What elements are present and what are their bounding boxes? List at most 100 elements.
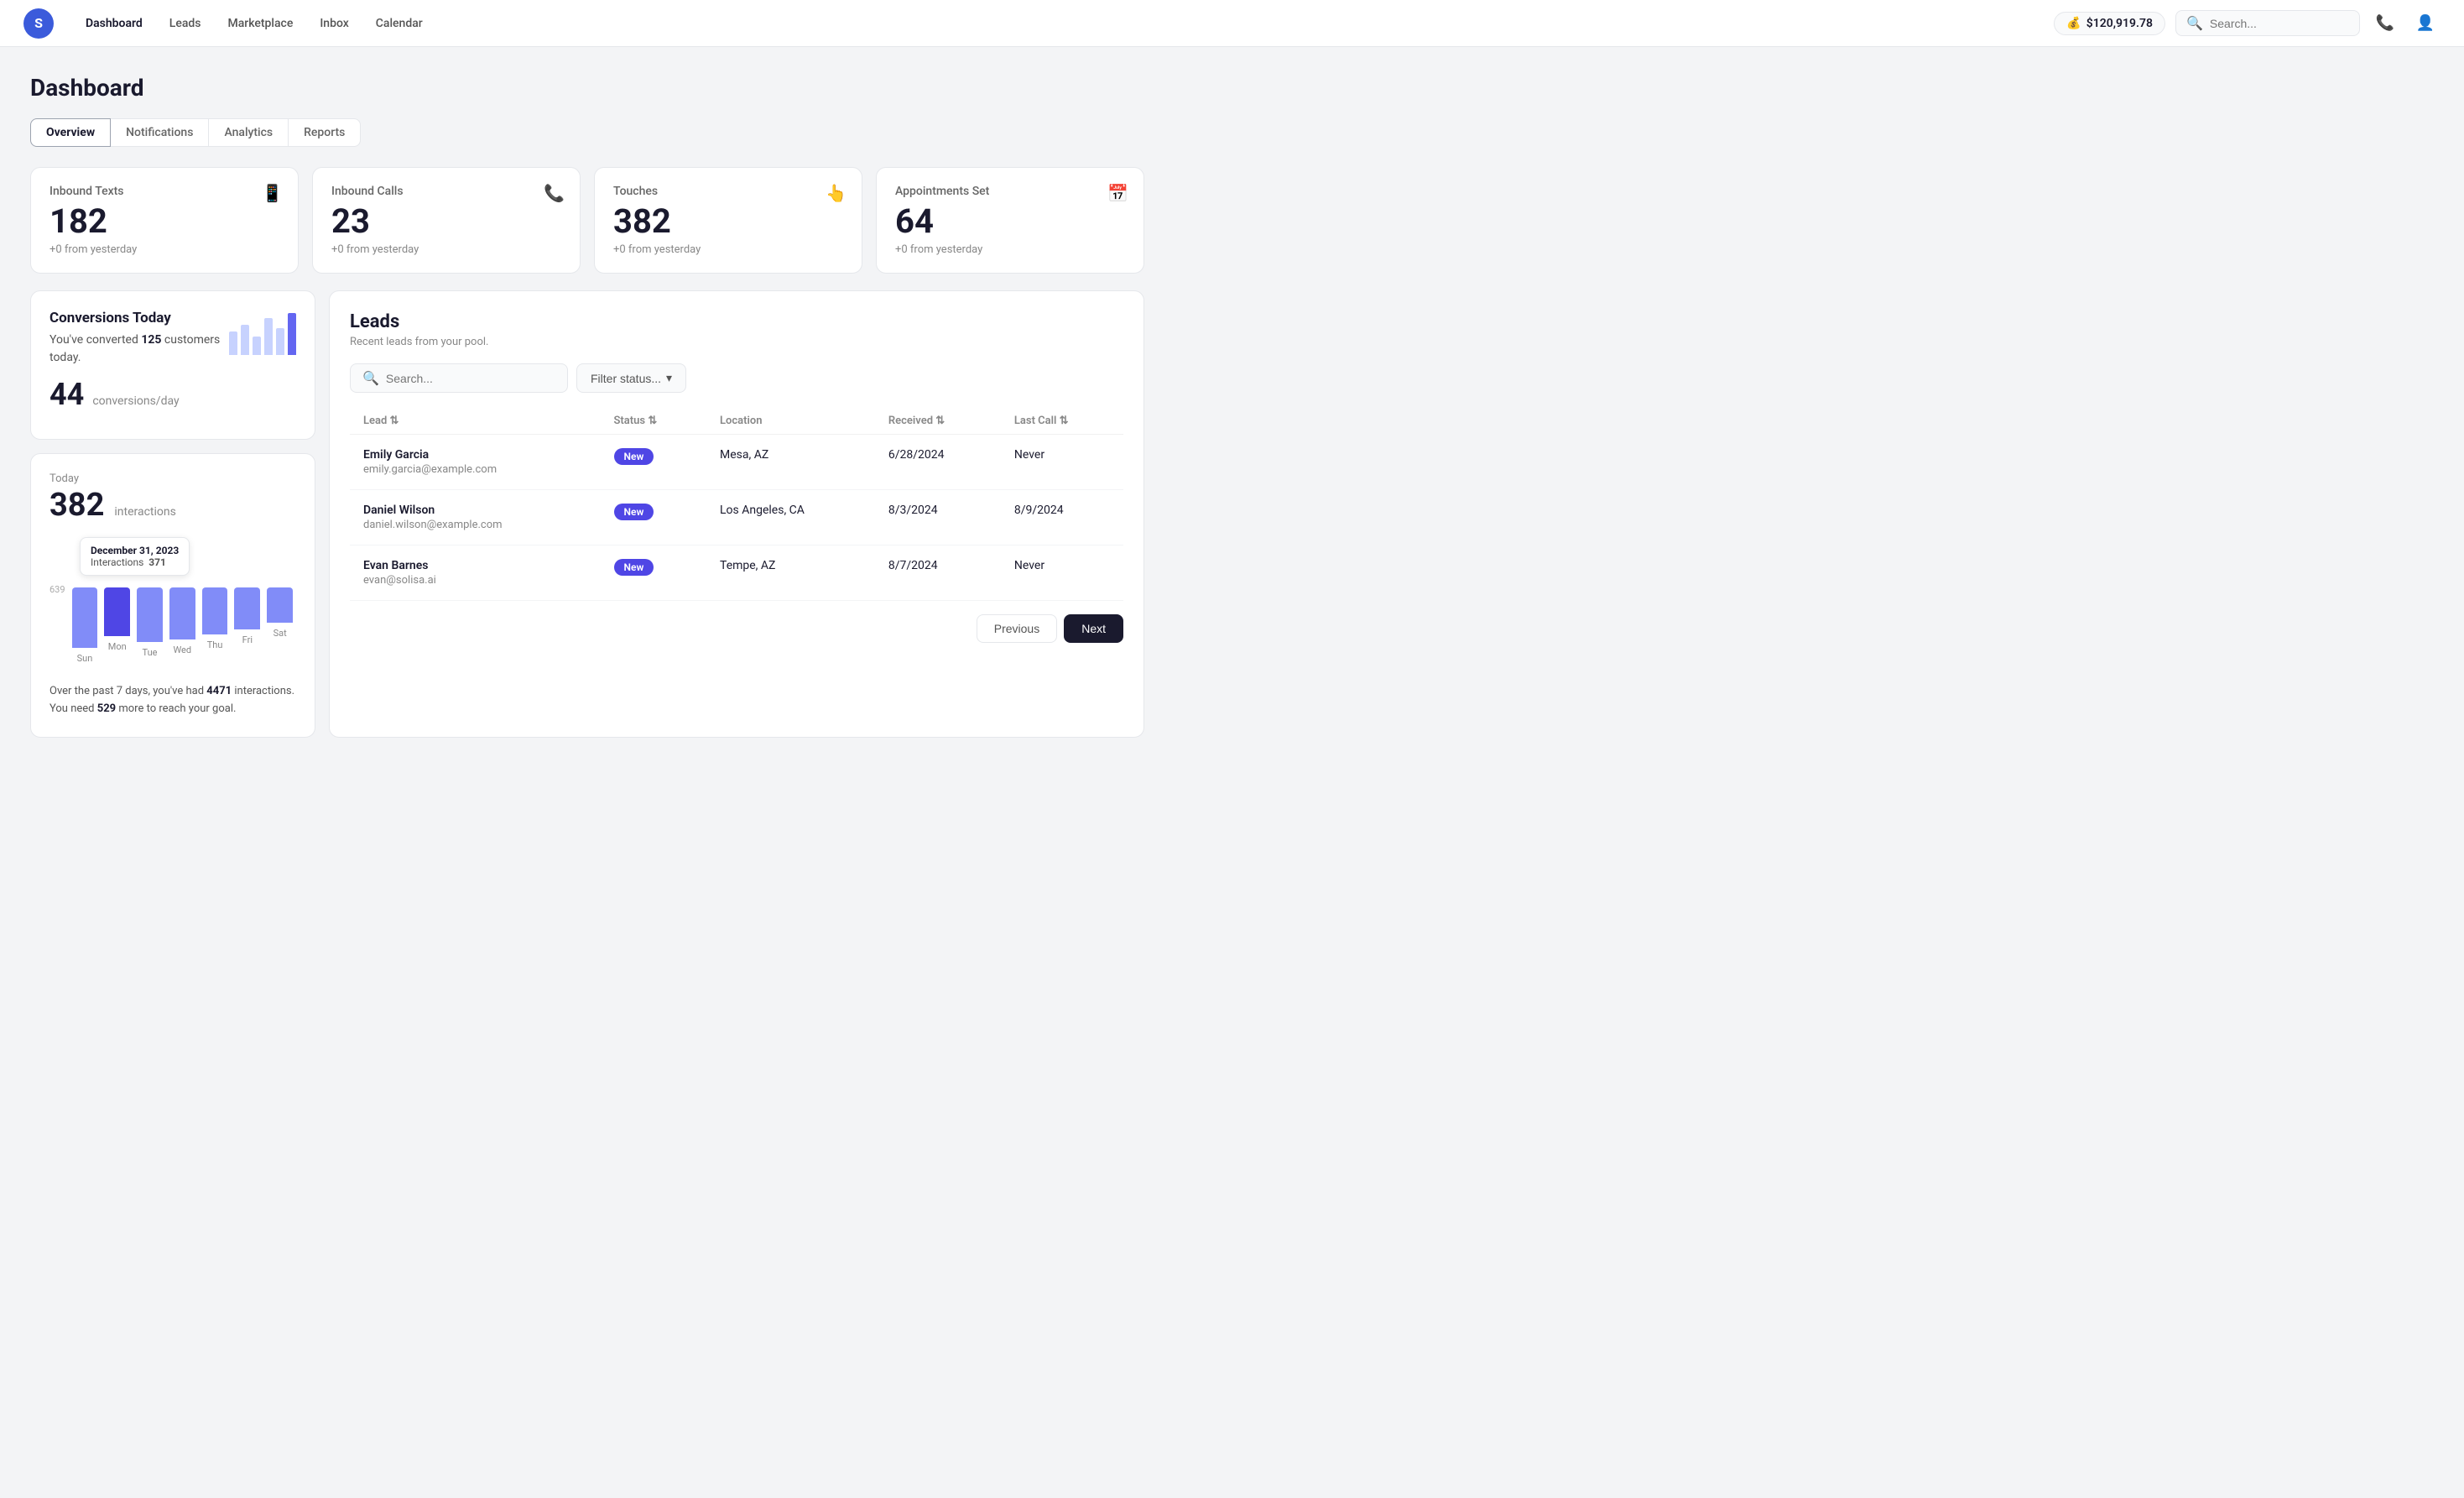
lead-cell-evan: Evan Barnes evan@solisa.ai (350, 545, 601, 601)
wk-col-wed: Wed (169, 587, 195, 671)
tab-notifications[interactable]: Notifications (111, 118, 209, 147)
wk-col-thu: Thu (202, 587, 228, 671)
table-row[interactable]: Emily Garcia emily.garcia@example.com Ne… (350, 435, 1123, 490)
lead-cell-daniel: Daniel Wilson daniel.wilson@example.com (350, 490, 601, 545)
sort-status[interactable]: Status ⇅ (614, 415, 658, 427)
leads-search-bar[interactable]: 🔍 (350, 363, 568, 393)
tooltip-date: December 31, 2023 (91, 545, 179, 556)
stats-grid: 📱 Inbound Texts 182 +0 from yesterday 📞 … (30, 167, 1144, 274)
wk-bar-sat (267, 587, 293, 623)
stat-change-appointments: +0 from yesterday (895, 243, 1125, 256)
table-row[interactable]: Evan Barnes evan@solisa.ai New Tempe, AZ… (350, 545, 1123, 601)
wk-bar-tue (137, 587, 163, 642)
leads-table-body: Emily Garcia emily.garcia@example.com Ne… (350, 435, 1123, 601)
search-input[interactable] (2210, 17, 2349, 30)
leads-table: Lead ⇅ Status ⇅ Location Received ⇅ Last (350, 408, 1123, 601)
interactions-card: Today 382 interactions December 31, 2023… (30, 453, 315, 738)
nav-link-leads[interactable]: Leads (158, 12, 213, 35)
tab-reports[interactable]: Reports (289, 118, 361, 147)
filter-status-button[interactable]: Filter status... ▾ (576, 363, 686, 393)
leads-title: Leads (350, 311, 1123, 332)
chevron-down-icon: ▾ (666, 371, 672, 385)
wk-label-fri: Fri (242, 634, 253, 645)
location-cell-evan: Tempe, AZ (706, 545, 875, 601)
tab-overview[interactable]: Overview (30, 118, 111, 147)
col-lead: Lead ⇅ (350, 408, 601, 435)
next-button[interactable]: Next (1064, 614, 1123, 643)
wk-bar-fri (234, 587, 260, 629)
status-badge-evan: New (614, 559, 654, 576)
status-badge-emily: New (614, 448, 654, 465)
conversions-subtitle: You've converted 125 customers today. (49, 331, 229, 367)
status-cell-evan: New (601, 545, 707, 601)
leads-subtitle: Recent leads from your pool. (350, 336, 1123, 348)
mini-bar-1 (229, 331, 237, 355)
conversions-per-day: 44 (49, 377, 84, 412)
inbound-calls-icon: 📞 (544, 183, 565, 203)
wk-label-mon: Mon (108, 641, 127, 652)
interactions-label: interactions (114, 505, 175, 519)
nav-right: 💰 $120,919.78 🔍 📞 👤 (2054, 8, 2441, 39)
conversions-card: Conversions Today You've converted 125 c… (30, 290, 315, 440)
weekly-chart: Sun Mon Tue Wed (69, 587, 296, 671)
tabs: Overview Notifications Analytics Reports (30, 118, 1144, 147)
conversions-title: Conversions Today (49, 310, 229, 326)
sort-lead[interactable]: Lead ⇅ (363, 415, 399, 427)
stat-change-touches: +0 from yesterday (613, 243, 843, 256)
page-title: Dashboard (30, 74, 1144, 102)
col-location: Location (706, 408, 875, 435)
wk-label-tue: Tue (143, 647, 158, 658)
lastcall-cell-evan: Never (1001, 545, 1123, 601)
balance-pill: 💰 $120,919.78 (2054, 12, 2165, 35)
wk-col-sat: Sat (267, 587, 293, 671)
touches-icon: 👆 (826, 183, 847, 203)
received-cell-evan: 8/7/2024 (875, 545, 1001, 601)
nav-link-calendar[interactable]: Calendar (364, 12, 435, 35)
location-cell-emily: Mesa, AZ (706, 435, 875, 490)
chart-row: 639 Sun Mon (49, 584, 296, 671)
table-row[interactable]: Daniel Wilson daniel.wilson@example.com … (350, 490, 1123, 545)
profile-icon-button[interactable]: 👤 (2410, 8, 2441, 39)
wk-bar-mon (104, 587, 130, 636)
chart-y-labels: 639 (49, 584, 69, 668)
wk-col-sun: Sun (72, 587, 98, 671)
appointments-icon: 📅 (1107, 183, 1128, 203)
search-bar[interactable]: 🔍 (2175, 10, 2360, 36)
wk-col-fri: Fri (234, 587, 260, 671)
sort-last-call[interactable]: Last Call ⇅ (1014, 415, 1069, 427)
mini-bar-accent (288, 313, 296, 355)
lastcall-cell-emily: Never (1001, 435, 1123, 490)
lead-email-evan: evan@solisa.ai (363, 574, 587, 587)
interactions-big-number: 382 (49, 487, 104, 524)
pagination: Previous Next (350, 614, 1123, 643)
lead-name-daniel: Daniel Wilson (363, 504, 587, 517)
location-cell-daniel: Los Angeles, CA (706, 490, 875, 545)
sort-received[interactable]: Received ⇅ (888, 415, 945, 427)
wk-label-wed: Wed (173, 645, 191, 655)
stat-change-inbound-texts: +0 from yesterday (49, 243, 279, 256)
app-logo[interactable]: S (23, 8, 54, 39)
search-icon: 🔍 (2186, 15, 2203, 31)
stat-card-appointments: 📅 Appointments Set 64 +0 from yesterday (876, 167, 1144, 274)
tooltip-row: Interactions 371 (91, 556, 179, 568)
wk-bar-sun (72, 587, 98, 648)
leads-search-icon: 🔍 (362, 370, 379, 386)
stat-label-appointments: Appointments Set (895, 185, 1125, 198)
status-cell-daniel: New (601, 490, 707, 545)
nav-link-inbox[interactable]: Inbox (308, 12, 360, 35)
leads-search-input[interactable] (386, 372, 555, 385)
wk-bar-wed (169, 587, 195, 639)
previous-button[interactable]: Previous (977, 614, 1057, 643)
phone-icon-button[interactable]: 📞 (2370, 8, 2400, 39)
conversions-per-day-label: conversions/day (92, 394, 179, 408)
nav-link-marketplace[interactable]: Marketplace (216, 12, 305, 35)
tab-analytics[interactable]: Analytics (209, 118, 289, 147)
location-header: Location (720, 415, 763, 427)
lead-name-emily: Emily Garcia (363, 448, 587, 462)
stat-value-touches: 382 (613, 205, 843, 238)
inbound-texts-icon: 📱 (262, 183, 283, 203)
table-header-row: Lead ⇅ Status ⇅ Location Received ⇅ Last (350, 408, 1123, 435)
balance-value: $120,919.78 (2086, 17, 2153, 30)
nav-link-dashboard[interactable]: Dashboard (74, 12, 154, 35)
interactions-7day-total: 4471 (206, 685, 232, 697)
